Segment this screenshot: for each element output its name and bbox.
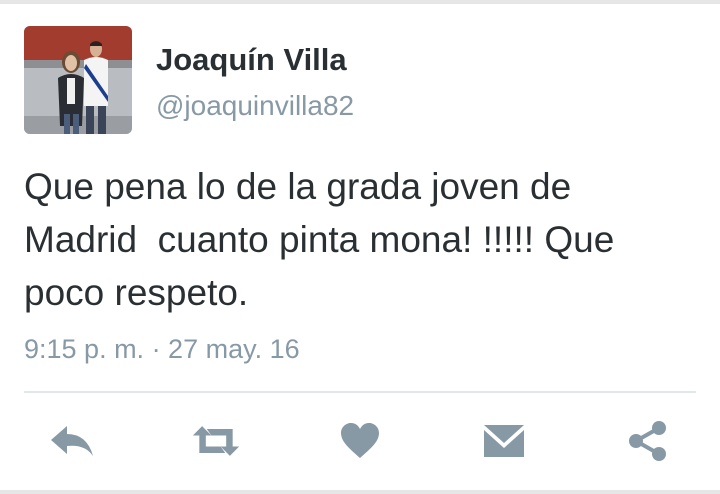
share-button[interactable] [623,418,673,464]
top-divider [0,0,720,4]
user-handle[interactable]: @joaquinvilla82 [156,90,354,122]
avatar[interactable] [24,26,132,134]
heart-icon [341,423,379,458]
envelope-icon [484,425,524,457]
retweet-button[interactable] [191,418,241,464]
reply-arrow-icon [51,426,93,456]
actions-divider [24,391,696,393]
direct-message-button[interactable] [479,418,529,464]
retweet-icon [192,426,240,456]
user-display-name[interactable]: Joaquín Villa [156,42,347,78]
tweet-timestamp[interactable]: 9:15 p. m. · 27 may. 16 [24,334,300,365]
reply-button[interactable] [47,418,97,464]
share-icon [629,421,666,461]
like-button[interactable] [335,418,385,464]
bottom-divider [0,490,720,494]
tweet-text: Que pena lo de la grada joven de Madrid … [24,166,615,313]
